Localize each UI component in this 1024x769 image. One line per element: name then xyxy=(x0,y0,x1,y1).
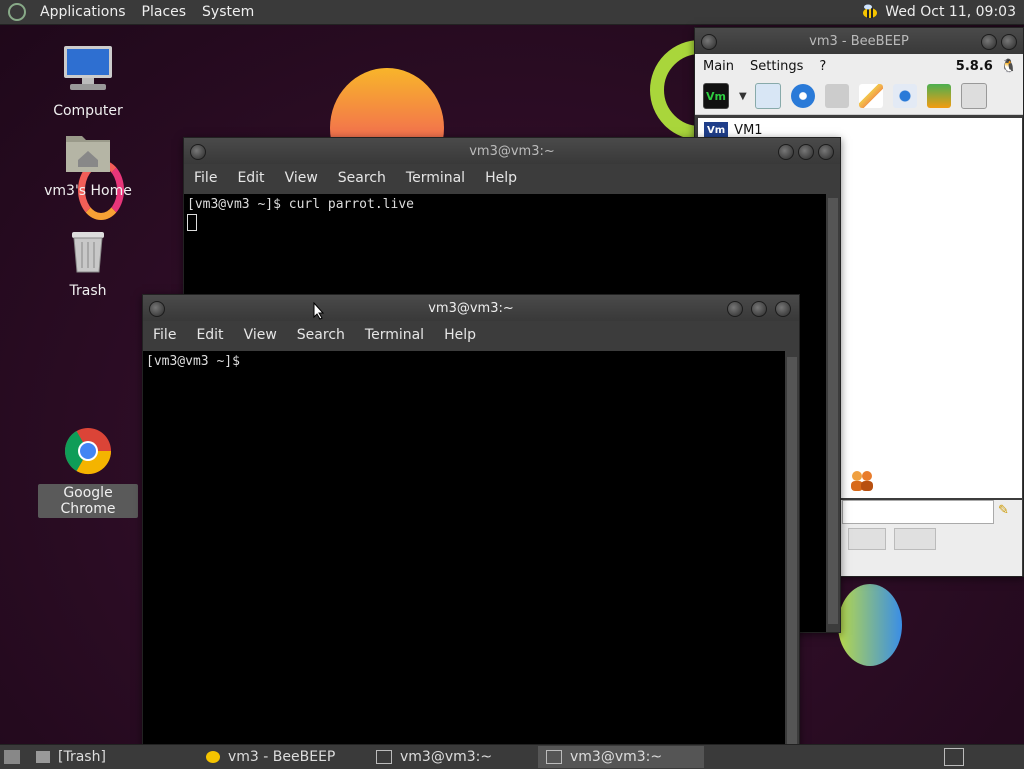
menu-system[interactable]: System xyxy=(194,4,262,20)
close-button[interactable] xyxy=(818,144,834,160)
menu-edit[interactable]: Edit xyxy=(186,327,233,343)
terminal-icon xyxy=(376,750,392,764)
linux-icon: 🐧 xyxy=(1000,58,1017,74)
desktop-icon-trash[interactable]: Trash xyxy=(38,228,138,300)
menu-applications[interactable]: Applications xyxy=(32,4,134,20)
menu-view[interactable]: View xyxy=(275,170,328,186)
window-menu-button[interactable] xyxy=(149,301,165,317)
minimize-button[interactable] xyxy=(778,144,794,160)
menu-help[interactable]: Help xyxy=(475,170,527,186)
terminal-front-output[interactable]: [vm3@vm3 ~]$ xyxy=(143,351,785,749)
trash-icon xyxy=(72,232,104,273)
version-label: 5.8.6 xyxy=(955,58,993,74)
beebeep-icon xyxy=(206,751,220,763)
send-file-button[interactable] xyxy=(894,528,936,550)
home-folder-icon xyxy=(66,136,110,172)
clock[interactable]: Wed Oct 11, 09:03 xyxy=(885,4,1016,20)
prompt-line: [vm3@vm3 ~]$ xyxy=(146,354,240,369)
terminal-back-scrollbar[interactable] xyxy=(828,198,838,624)
menu-search[interactable]: Search xyxy=(328,170,396,186)
command-line: [vm3@vm3 ~]$ curl parrot.live xyxy=(187,197,414,212)
trash-icon xyxy=(36,751,50,763)
menu-main[interactable]: Main xyxy=(695,59,742,74)
show-desktop-icon[interactable] xyxy=(4,750,20,764)
group-users-icon[interactable] xyxy=(848,468,876,492)
top-panel: Applications Places System Wed Oct 11, 0… xyxy=(0,0,1024,25)
menu-settings[interactable]: Settings xyxy=(742,59,811,74)
desktop-icon-chrome[interactable]: Google Chrome xyxy=(38,426,138,518)
minimize-button[interactable] xyxy=(981,34,997,50)
menu-help[interactable]: ? xyxy=(811,59,834,74)
terminal-front-title: vm3@vm3:~ xyxy=(428,300,514,316)
task-terminal-1[interactable]: vm3@vm3:~ xyxy=(368,746,534,768)
menu-edit[interactable]: Edit xyxy=(227,170,274,186)
chat-input[interactable] xyxy=(842,500,994,524)
desktop-icon-home[interactable]: vm3's Home xyxy=(38,128,138,200)
task-terminal-2[interactable]: vm3@vm3:~ xyxy=(538,746,704,768)
maximize-button[interactable] xyxy=(751,301,767,317)
maximize-button[interactable] xyxy=(1001,34,1017,50)
menu-places[interactable]: Places xyxy=(134,4,195,20)
edit-profile-icon[interactable] xyxy=(754,83,781,109)
terminal-back-title: vm3@vm3:~ xyxy=(469,143,555,159)
user-name: VM1 xyxy=(734,123,763,138)
terminal-window-front[interactable]: vm3@vm3:~ File Edit View Search Terminal… xyxy=(142,294,800,750)
computer-label: Computer xyxy=(53,103,123,119)
group-chat-button[interactable] xyxy=(848,528,886,550)
task-terminal-1-label: vm3@vm3:~ xyxy=(400,749,493,765)
task-trash-label: [Trash] xyxy=(58,749,106,765)
home-label: vm3's Home xyxy=(44,183,132,199)
update-icon[interactable] xyxy=(926,84,951,108)
beebeep-menubar: Main Settings ? 5.8.6 🐧 xyxy=(695,54,1023,78)
beebeep-toolbar: Vm ▼ xyxy=(695,78,1023,115)
menu-search[interactable]: Search xyxy=(287,327,355,343)
beebeep-tray-icon[interactable] xyxy=(861,4,879,20)
workspace-switcher-icon[interactable] xyxy=(944,748,964,766)
terminal-front-menubar: File Edit View Search Terminal Help xyxy=(143,321,799,349)
bottom-taskbar: [Trash] vm3 - BeeBEEP vm3@vm3:~ vm3@vm3:… xyxy=(0,744,1024,769)
window-menu-button[interactable] xyxy=(190,144,206,160)
menu-view[interactable]: View xyxy=(234,327,287,343)
network-icon[interactable] xyxy=(790,84,815,108)
menu-help[interactable]: Help xyxy=(434,327,486,343)
menu-file[interactable]: File xyxy=(184,170,227,186)
terminal-cursor xyxy=(187,214,197,231)
terminal-front-scrollbar[interactable] xyxy=(787,357,797,749)
menu-file[interactable]: File xyxy=(143,327,186,343)
share-icon[interactable] xyxy=(824,84,849,108)
tools-icon[interactable] xyxy=(892,84,917,108)
chrome-label: Google Chrome xyxy=(38,484,138,518)
trash-label: Trash xyxy=(69,283,107,299)
parrot-logo-icon[interactable] xyxy=(8,3,26,21)
close-button[interactable] xyxy=(775,301,791,317)
task-beebeep-label: vm3 - BeeBEEP xyxy=(228,749,336,765)
chrome-icon xyxy=(64,428,112,475)
menu-terminal[interactable]: Terminal xyxy=(355,327,434,343)
clean-icon[interactable]: ✎ xyxy=(998,503,1009,518)
terminal-back-menubar: File Edit View Search Terminal Help xyxy=(184,164,840,192)
maximize-button[interactable] xyxy=(798,144,814,160)
window-menu-button[interactable] xyxy=(701,34,717,50)
pencil-icon[interactable] xyxy=(858,84,883,108)
computer-icon xyxy=(64,46,112,90)
decor-blue-shape xyxy=(838,584,902,666)
terminal-icon xyxy=(546,750,562,764)
terminal-front-titlebar[interactable]: vm3@vm3:~ xyxy=(143,295,799,321)
vm-status-button[interactable]: Vm xyxy=(703,83,729,109)
terminal-back-titlebar[interactable]: vm3@vm3:~ xyxy=(184,138,840,164)
beebeep-title: vm3 - BeeBEEP xyxy=(809,33,909,49)
beebeep-titlebar[interactable]: vm3 - BeeBEEP xyxy=(695,28,1023,54)
mouse-pointer-icon xyxy=(313,302,325,320)
clear-icon[interactable] xyxy=(960,83,987,109)
task-terminal-2-label: vm3@vm3:~ xyxy=(570,749,663,765)
menu-terminal[interactable]: Terminal xyxy=(396,170,475,186)
desktop-icon-computer[interactable]: Computer xyxy=(38,44,138,120)
task-trash[interactable]: [Trash] xyxy=(28,746,194,768)
task-beebeep[interactable]: vm3 - BeeBEEP xyxy=(198,746,364,768)
chevron-down-icon[interactable]: ▼ xyxy=(739,91,747,102)
minimize-button[interactable] xyxy=(727,301,743,317)
